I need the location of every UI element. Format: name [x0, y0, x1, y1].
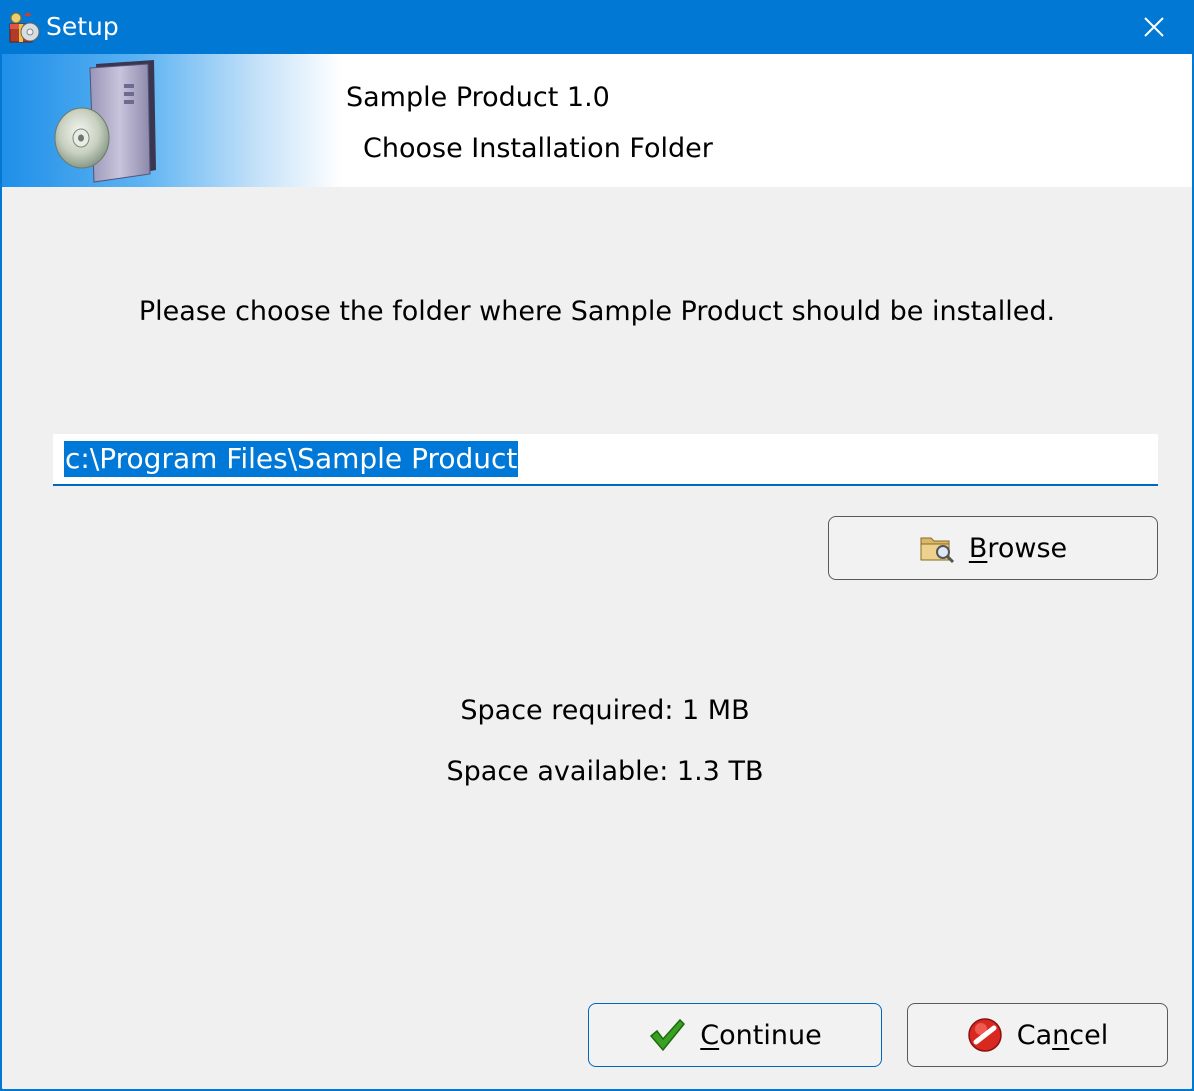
- cancel-button[interactable]: Cancel: [907, 1003, 1168, 1067]
- space-available-text: Space available: 1.3 TB: [446, 756, 764, 787]
- close-button[interactable]: [1114, 0, 1194, 54]
- instruction-text: Please choose the folder where Sample Pr…: [138, 296, 1056, 327]
- browse-button[interactable]: Browse: [828, 516, 1158, 580]
- green-check-icon: [650, 1018, 686, 1052]
- close-icon: [1144, 17, 1164, 37]
- cancel-label: Cancel: [1016, 1019, 1109, 1051]
- software-box-cd-icon: [54, 60, 156, 183]
- red-no-icon: [968, 1018, 1002, 1052]
- install-path-value: c:\Program Files\Sample Product: [64, 441, 519, 477]
- continue-button[interactable]: Continue: [588, 1003, 882, 1067]
- browse-label: Browse: [968, 532, 1068, 564]
- folder-search-icon: [920, 537, 954, 564]
- window-title: Setup: [46, 12, 119, 41]
- dialog-client-area: Sample Product 1.0 Choose Installation F…: [2, 54, 1192, 1089]
- header-banner: Sample Product 1.0 Choose Installation F…: [2, 54, 1192, 187]
- setup-package-icon: [9, 12, 40, 43]
- install-path-input[interactable]: c:\Program Files\Sample Product: [53, 434, 1158, 486]
- setup-window: Setup Sample Product 1.0 Choose Installa…: [0, 0, 1194, 1091]
- title-bar[interactable]: Setup: [0, 0, 1194, 54]
- product-title: Sample Product 1.0: [346, 82, 610, 113]
- step-title: Choose Installation Folder: [363, 133, 713, 164]
- space-required-text: Space required: 1 MB: [460, 695, 750, 726]
- continue-label: Continue: [700, 1019, 822, 1051]
